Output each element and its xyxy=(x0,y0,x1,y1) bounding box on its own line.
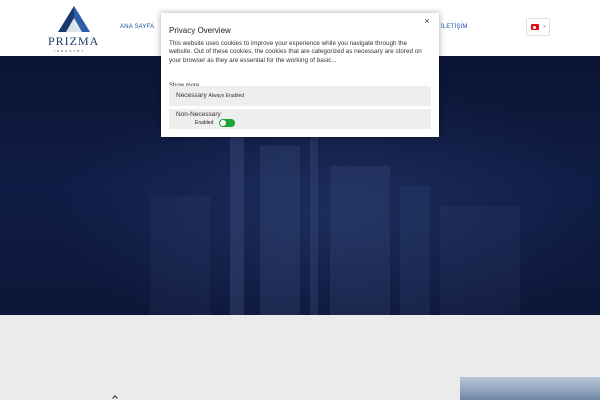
site-logo[interactable]: PRIZMA INDUSTRY xyxy=(44,4,104,54)
non-necessary-label: Non-Necessary xyxy=(176,111,221,118)
chevron-down-icon: ⌄ xyxy=(542,23,548,29)
nav-item-ana-sayfa[interactable]: ANA SAYFA xyxy=(120,24,154,30)
modal-body-text: This website uses cookies to improve you… xyxy=(169,40,422,64)
hero-structure xyxy=(330,166,390,315)
nav-item-iletisim[interactable]: İLETİŞİM xyxy=(441,24,468,30)
always-enabled-label: Always Enabled xyxy=(208,93,245,99)
language-selector[interactable]: ⌄ xyxy=(526,18,550,36)
hero-structure xyxy=(260,146,300,315)
turkey-flag-icon xyxy=(531,24,539,30)
cookie-category-label: Necessary Always Enabled xyxy=(176,92,244,99)
logo-subtext: INDUSTRY xyxy=(54,49,86,53)
non-necessary-toggle[interactable] xyxy=(219,119,235,127)
necessary-label: Necessary xyxy=(176,92,207,99)
prism-logo-icon xyxy=(58,6,90,32)
enabled-status-label: Enabled xyxy=(195,120,214,126)
privacy-overview-modal: × Privacy Overview This website uses coo… xyxy=(161,13,439,137)
close-icon[interactable]: × xyxy=(421,15,433,27)
modal-title: Privacy Overview xyxy=(169,26,231,35)
logo-text: PRIZMA xyxy=(48,34,100,48)
section-image xyxy=(460,377,600,400)
content-section xyxy=(0,315,600,400)
chevron-icon xyxy=(112,395,118,400)
hero-structure xyxy=(230,116,244,315)
cookie-category-non-necessary[interactable]: Non-Necessary Enabled xyxy=(169,109,431,129)
cookie-category-necessary[interactable]: Necessary Always Enabled xyxy=(169,86,431,106)
hero-structure xyxy=(400,186,430,315)
hero-structure xyxy=(440,206,520,315)
hero-structure xyxy=(150,196,210,315)
